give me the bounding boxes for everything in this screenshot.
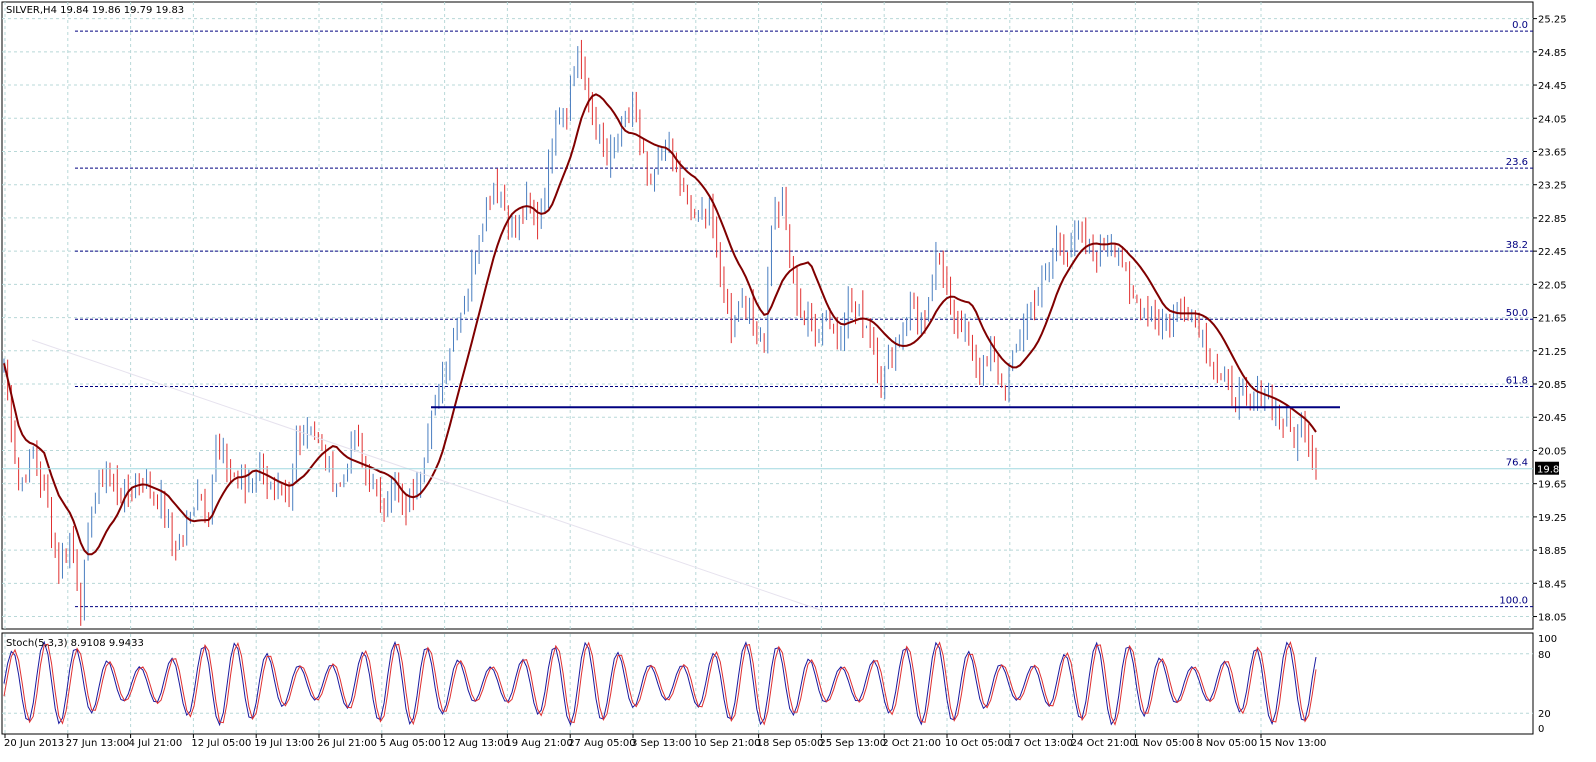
time-tick-label: 12 Aug 13:00: [443, 738, 510, 749]
fib-level-label: 0.0: [1512, 20, 1528, 31]
symbol-header: SILVER,H4 19.84 19.86 19.79 19.83: [6, 5, 184, 16]
time-tick-label: 27 Jun 13:00: [66, 738, 130, 749]
time-tick-label: 24 Oct 21:00: [1071, 738, 1136, 749]
fib-level-label: 76.4: [1506, 458, 1528, 469]
price-tick-label: 22.45: [1538, 247, 1567, 258]
price-chart[interactable]: 0.0 23.6 38.2 50.0 61.8 76.4 100.0 25.25 24.85 2…: [0, 0, 1596, 762]
time-tick-label: 26 Jul 21:00: [317, 738, 377, 749]
time-tick-label: 20 Jun 2013: [4, 738, 64, 749]
fib-level-label: 23.6: [1506, 157, 1528, 168]
time-tick-label: 25 Sep 13:00: [819, 738, 886, 749]
fib-level-label: 38.2: [1506, 240, 1528, 251]
current-price-value: 19.83: [1537, 465, 1566, 476]
price-tick-label: 23.65: [1538, 147, 1567, 158]
fib-level-label: 50.0: [1506, 308, 1528, 319]
stoch-tick-label: 0: [1538, 724, 1544, 735]
price-tick-label: 20.85: [1538, 380, 1567, 391]
price-tick-label: 18.05: [1538, 613, 1567, 624]
price-tick-label: 18.85: [1538, 546, 1567, 557]
stoch-tick-label: 80: [1538, 650, 1551, 661]
time-tick-label: 1 Nov 05:00: [1133, 738, 1194, 749]
fib-level-label: 61.8: [1506, 376, 1528, 387]
price-tick-label: 23.25: [1538, 181, 1567, 192]
time-tick-label: 19 Aug 21:00: [505, 738, 572, 749]
price-tick-label: 24.45: [1538, 81, 1567, 92]
time-tick-label: 12 Jul 05:00: [191, 738, 251, 749]
price-tick-label: 18.45: [1538, 579, 1567, 590]
price-tick-label: 24.05: [1538, 114, 1567, 125]
price-tick-label: 21.25: [1538, 347, 1567, 358]
price-tick-label: 25.25: [1538, 15, 1567, 26]
time-tick-label: 19 Jul 13:00: [254, 738, 314, 749]
time-tick-label: 15 Nov 13:00: [1259, 738, 1326, 749]
time-tick-label: 8 Nov 05:00: [1196, 738, 1257, 749]
price-tick-label: 19.65: [1538, 480, 1567, 491]
price-tick-label: 20.45: [1538, 413, 1567, 424]
time-tick-label: 10 Oct 05:00: [945, 738, 1010, 749]
fib-level-label: 100.0: [1499, 596, 1528, 607]
price-tick-label: 22.85: [1538, 214, 1567, 225]
price-tick-label: 19.25: [1538, 513, 1567, 524]
price-tick-label: 21.65: [1538, 314, 1567, 325]
price-tick-label: 22.05: [1538, 280, 1567, 291]
time-tick-label: 27 Aug 05:00: [568, 738, 635, 749]
price-tick-label: 20.05: [1538, 446, 1567, 457]
stoch-tick-label: 20: [1538, 709, 1551, 720]
time-tick-label: 17 Oct 13:00: [1008, 738, 1073, 749]
time-tick-label: 4 Jul 21:00: [129, 738, 183, 749]
stoch-tick-label: 100: [1538, 634, 1557, 645]
time-tick-label: 2 Oct 21:00: [882, 738, 941, 749]
stoch-label: Stoch(5,3,3) 8.9108 9.9433: [6, 638, 144, 649]
price-tick-label: 24.85: [1538, 48, 1567, 59]
time-tick-label: 3 Sep 13:00: [631, 738, 691, 749]
time-tick-label: 10 Sep 21:00: [694, 738, 761, 749]
time-tick-label: 18 Sep 05:00: [757, 738, 824, 749]
time-tick-label: 5 Aug 05:00: [380, 738, 441, 749]
